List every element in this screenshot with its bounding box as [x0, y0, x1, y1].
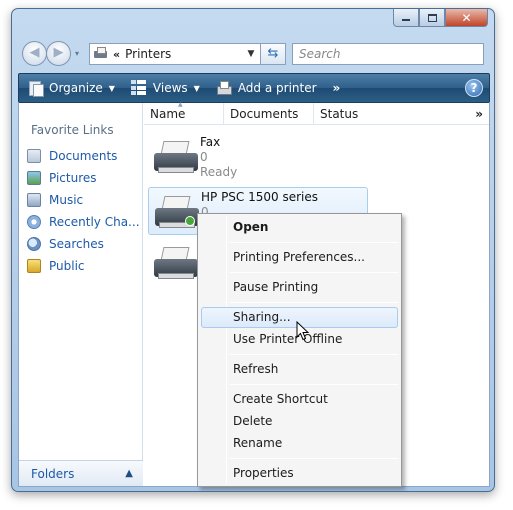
- folders-label: Folders: [31, 466, 75, 481]
- printer-documents: 0: [200, 150, 208, 164]
- context-menu: Open Printing Preferences... Pause Print…: [197, 213, 402, 487]
- search-input[interactable]: Search: [292, 43, 484, 65]
- column-header-label: Name: [150, 107, 186, 121]
- favorite-link-recently-changed[interactable]: Recently Cha...: [27, 211, 139, 233]
- forward-arrow-icon: ▶: [53, 45, 64, 60]
- menu-item-delete[interactable]: Delete: [201, 411, 398, 432]
- address-row: ◀ ▶ ▾ « Printers ▼ ⇆ Search: [20, 39, 486, 67]
- favorite-link-label: Searches: [49, 237, 104, 251]
- column-header-status[interactable]: Status: [314, 103, 404, 125]
- menu-item-rename[interactable]: Rename: [201, 433, 398, 454]
- fax-icon: [154, 141, 198, 175]
- printer-name: HP PSC 1500 series: [201, 190, 319, 204]
- views-label: Views: [152, 81, 188, 95]
- back-arrow-icon: ◀: [29, 45, 40, 60]
- mouse-pointer-icon: [296, 321, 310, 341]
- organize-button[interactable]: Organize ▼: [19, 74, 123, 102]
- address-bar[interactable]: « Printers ▼: [89, 43, 261, 65]
- printer-name: Fax: [200, 135, 221, 149]
- navigation-pane: Favorite Links Documents Pictures Music …: [19, 103, 143, 486]
- default-printer-check-icon: [185, 216, 195, 226]
- close-icon: ✕: [461, 10, 472, 25]
- music-icon: [27, 193, 41, 207]
- folders-toggle[interactable]: Folders ▲: [19, 460, 143, 486]
- views-button[interactable]: Views ▼: [123, 74, 208, 102]
- minimize-icon: [402, 19, 410, 21]
- back-button[interactable]: ◀: [22, 41, 47, 66]
- printer-status: Ready: [200, 165, 238, 179]
- favorite-link-searches[interactable]: Searches: [27, 233, 139, 255]
- favorite-links-list: Documents Pictures Music Recently Cha...…: [27, 145, 139, 277]
- caption-buttons: ✕: [393, 9, 488, 27]
- favorite-link-label: Documents: [49, 149, 118, 163]
- breadcrumb-overflow[interactable]: «: [113, 48, 120, 61]
- explorer-window: ✕ ◀ ▶ ▾ « Printers ▼ ⇆ Search Organize ▼…: [11, 8, 495, 492]
- column-header-name[interactable]: ▲ Name: [144, 101, 224, 125]
- column-header-row: ▲ Name Documents Status »: [144, 101, 489, 125]
- favorite-link-pictures[interactable]: Pictures: [27, 167, 139, 189]
- favorite-link-label: Pictures: [49, 171, 97, 185]
- menu-separator: [230, 272, 398, 273]
- add-printer-icon: [216, 80, 232, 96]
- column-header-label: Status: [320, 107, 359, 121]
- printer-details: Fax 0 Ready: [200, 135, 237, 180]
- menu-item-refresh[interactable]: Refresh: [201, 359, 398, 380]
- public-folder-icon: [27, 259, 41, 273]
- organize-label: Organize: [49, 81, 103, 95]
- chevron-up-icon: ▲: [125, 468, 133, 479]
- menu-item-properties[interactable]: Properties: [201, 463, 398, 484]
- command-bar: Organize ▼ Views ▼ Add a printer » ?: [18, 73, 490, 103]
- column-header-documents[interactable]: Documents: [224, 103, 314, 125]
- pictures-icon: [27, 171, 41, 185]
- add-printer-label: Add a printer: [237, 81, 317, 95]
- favorite-links-title: Favorite Links: [31, 123, 114, 137]
- menu-separator: [230, 458, 398, 459]
- documents-icon: [27, 149, 41, 163]
- favorite-link-music[interactable]: Music: [27, 189, 139, 211]
- organize-icon: [27, 80, 44, 97]
- searches-icon: [27, 237, 41, 251]
- recent-pages-dropdown[interactable]: ▾: [75, 49, 79, 58]
- address-dropdown-icon[interactable]: ▼: [242, 49, 260, 59]
- close-button[interactable]: ✕: [445, 9, 488, 27]
- favorite-link-documents[interactable]: Documents: [27, 145, 139, 167]
- column-header-label: Documents: [230, 107, 299, 121]
- refresh-icon: ⇆: [267, 46, 279, 61]
- menu-separator: [230, 384, 398, 385]
- help-button[interactable]: ?: [465, 79, 483, 97]
- breadcrumb-printers[interactable]: Printers: [125, 47, 242, 61]
- forward-button[interactable]: ▶: [46, 41, 71, 66]
- printer-item-fax[interactable]: Fax 0 Ready: [148, 133, 368, 181]
- views-caret-icon: ▼: [193, 83, 200, 93]
- maximize-icon: [427, 13, 437, 22]
- menu-item-printing-preferences[interactable]: Printing Preferences...: [201, 247, 398, 268]
- favorite-link-public[interactable]: Public: [27, 255, 139, 277]
- favorite-link-label: Music: [49, 193, 84, 207]
- printer-icon: [154, 247, 198, 281]
- minimize-button[interactable]: [393, 9, 419, 27]
- columns-overflow-button[interactable]: »: [475, 107, 483, 121]
- printer-icon: [155, 196, 199, 230]
- menu-separator: [230, 354, 398, 355]
- favorite-link-label: Recently Cha...: [49, 215, 139, 229]
- menu-item-create-shortcut[interactable]: Create Shortcut: [201, 389, 398, 410]
- favorite-link-label: Public: [49, 259, 85, 273]
- recent-icon: [27, 215, 41, 229]
- sort-ascending-icon: ▲: [178, 101, 183, 108]
- add-printer-button[interactable]: Add a printer: [208, 74, 325, 102]
- printer-folder-icon: [93, 47, 109, 61]
- menu-separator: [230, 302, 398, 303]
- toolbar-overflow-button[interactable]: »: [325, 81, 349, 95]
- refresh-button[interactable]: ⇆: [261, 43, 286, 65]
- menu-item-pause-printing[interactable]: Pause Printing: [201, 277, 398, 298]
- views-icon: [130, 80, 147, 96]
- menu-item-open[interactable]: Open: [201, 217, 398, 238]
- organize-caret-icon: ▼: [108, 83, 115, 93]
- maximize-button[interactable]: [419, 9, 445, 27]
- menu-separator: [230, 242, 398, 243]
